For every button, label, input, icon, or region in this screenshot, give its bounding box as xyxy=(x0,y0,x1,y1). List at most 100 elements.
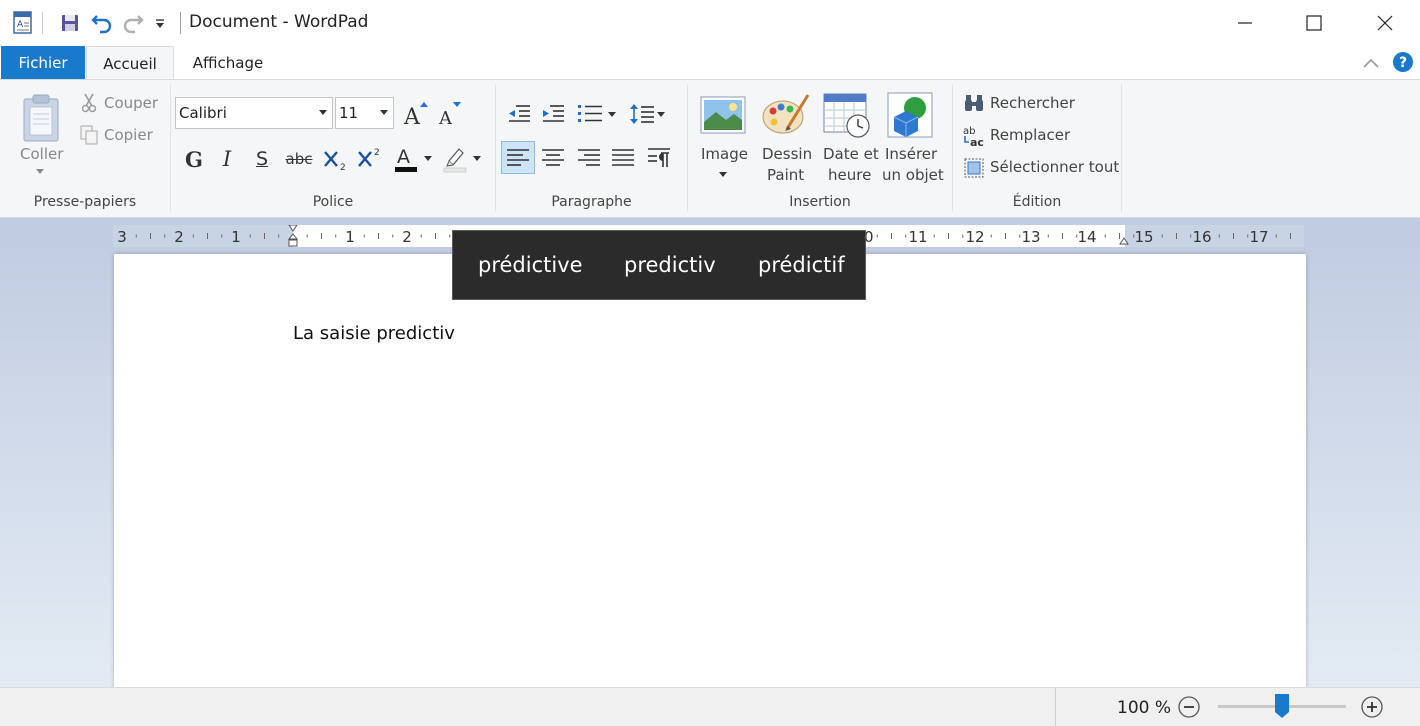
font-family-value: Calibri xyxy=(179,104,227,122)
tab-fichier[interactable]: Fichier xyxy=(1,46,85,79)
qat-divider xyxy=(42,12,43,34)
line-spacing-icon[interactable] xyxy=(628,100,656,128)
paste-button-label[interactable]: Coller xyxy=(20,145,63,163)
font-color-dropdown-icon[interactable] xyxy=(422,154,434,162)
group-divider xyxy=(687,84,688,212)
save-icon[interactable] xyxy=(57,10,83,36)
document-page[interactable]: La saisie predictiv xyxy=(114,254,1306,694)
svg-text:2: 2 xyxy=(374,148,380,158)
insert-object-label-1[interactable]: Insérer xyxy=(885,145,937,163)
window-title: Document - WordPad xyxy=(189,12,369,32)
group-divider xyxy=(170,84,171,212)
paint-drawing-label-2[interactable]: Paint xyxy=(767,166,804,184)
title-divider xyxy=(180,12,181,34)
replace-icon[interactable]: ab ac xyxy=(962,124,986,148)
zoom-out-icon[interactable] xyxy=(1177,695,1201,719)
strikethrough-button[interactable]: abc xyxy=(282,144,316,174)
zoom-slider-thumb[interactable] xyxy=(1274,693,1290,719)
replace-button-label[interactable]: Remplacer xyxy=(990,126,1070,144)
subscript-icon[interactable]: 2 xyxy=(321,144,351,174)
cut-button-label[interactable]: Couper xyxy=(104,94,158,112)
paste-dropdown-icon[interactable] xyxy=(35,167,45,175)
chevron-down-icon xyxy=(319,110,327,115)
svg-text:2: 2 xyxy=(340,163,346,173)
ribbon-tabs: Fichier Accueil Affichage ? xyxy=(0,46,1420,80)
highlight-icon[interactable] xyxy=(440,142,470,174)
image-dropdown-icon[interactable] xyxy=(718,170,728,178)
picture-icon[interactable] xyxy=(699,94,747,136)
font-color-icon[interactable]: A xyxy=(391,142,421,174)
paste-icon[interactable] xyxy=(18,88,64,148)
suggestion-item[interactable]: prédictif xyxy=(758,253,845,277)
bold-button[interactable]: G xyxy=(180,144,208,174)
customize-qat-icon[interactable] xyxy=(152,10,168,36)
italic-button[interactable]: I xyxy=(213,144,241,174)
align-right-icon[interactable] xyxy=(573,141,605,174)
select-all-button-label[interactable]: Sélectionner tout xyxy=(990,158,1119,176)
increase-indent-icon[interactable] xyxy=(539,100,567,128)
paragraph-settings-icon[interactable] xyxy=(643,141,675,174)
ruler-number: 14 xyxy=(1077,228,1096,246)
maximize-button[interactable] xyxy=(1279,0,1349,46)
underline-button[interactable]: S xyxy=(248,144,276,174)
superscript-icon[interactable]: 2 xyxy=(355,144,385,174)
redo-icon[interactable] xyxy=(120,10,146,36)
ruler-number: 17 xyxy=(1249,228,1268,246)
svg-text:A: A xyxy=(438,108,453,127)
editing-group-label: Édition xyxy=(1012,194,1062,210)
font-family-select[interactable]: Calibri xyxy=(175,97,333,129)
decrease-indent-icon[interactable] xyxy=(505,100,533,128)
ruler-number: 2 xyxy=(402,228,412,246)
ruler-number: 13 xyxy=(1021,228,1040,246)
align-center-icon[interactable] xyxy=(537,141,569,174)
bullet-list-icon[interactable] xyxy=(575,100,605,128)
zoom-in-icon[interactable] xyxy=(1360,695,1384,719)
align-left-button[interactable] xyxy=(501,141,535,174)
date-time-label-1[interactable]: Date et xyxy=(823,145,879,163)
title-bar: A Document - WordPad xyxy=(0,0,1420,46)
paint-drawing-icon[interactable] xyxy=(760,90,812,138)
find-button-label[interactable]: Rechercher xyxy=(990,94,1075,112)
shrink-font-icon[interactable]: A xyxy=(435,98,463,128)
tab-accueil[interactable]: Accueil xyxy=(86,46,174,80)
left-indent-marker xyxy=(288,239,298,247)
svg-text:ac: ac xyxy=(970,136,984,148)
wordpad-app-icon[interactable]: A xyxy=(10,10,36,36)
suggestion-item[interactable]: predictiv xyxy=(624,253,716,277)
line-spacing-dropdown-icon[interactable] xyxy=(655,110,667,118)
font-size-value: 11 xyxy=(339,104,359,122)
highlight-dropdown-icon[interactable] xyxy=(471,154,483,162)
minimize-icon xyxy=(1238,22,1252,24)
select-all-icon[interactable] xyxy=(962,157,986,179)
document-text[interactable]: La saisie predictiv xyxy=(293,323,455,344)
svg-text:?: ? xyxy=(1399,55,1407,71)
suggestion-item[interactable]: prédictive xyxy=(478,253,583,277)
paint-drawing-label-1[interactable]: Dessin xyxy=(762,145,812,163)
find-icon[interactable] xyxy=(962,92,986,114)
status-divider xyxy=(1055,688,1056,726)
right-indent-marker xyxy=(1119,237,1129,245)
tab-affichage[interactable]: Affichage xyxy=(180,46,276,79)
status-bar: 100 % xyxy=(0,687,1420,726)
clipboard-group-label: Presse-papiers xyxy=(33,194,137,210)
minimize-button[interactable] xyxy=(1210,0,1280,46)
undo-icon[interactable] xyxy=(89,10,115,36)
help-icon[interactable]: ? xyxy=(1392,51,1414,73)
ribbon: Coller Couper Copier Presse-papiers Cali… xyxy=(0,79,1420,218)
insert-image-label[interactable]: Image xyxy=(701,145,748,163)
ruler-number: 1 xyxy=(231,228,241,246)
copy-button-label[interactable]: Copier xyxy=(104,126,153,144)
justify-icon[interactable] xyxy=(607,141,639,174)
insert-object-icon[interactable] xyxy=(885,90,935,140)
grow-font-icon[interactable]: A xyxy=(402,98,430,128)
align-left-icon xyxy=(507,148,529,166)
copy-icon[interactable] xyxy=(79,124,99,146)
date-time-icon[interactable] xyxy=(822,90,872,140)
bullet-list-dropdown-icon[interactable] xyxy=(606,110,618,118)
collapse-ribbon-icon[interactable] xyxy=(1360,53,1382,73)
close-button[interactable] xyxy=(1350,0,1420,46)
insert-object-label-2[interactable]: un objet xyxy=(882,166,944,184)
cut-icon[interactable] xyxy=(79,92,99,114)
font-size-select[interactable]: 11 xyxy=(335,97,394,129)
date-time-label-2[interactable]: heure xyxy=(828,166,871,184)
